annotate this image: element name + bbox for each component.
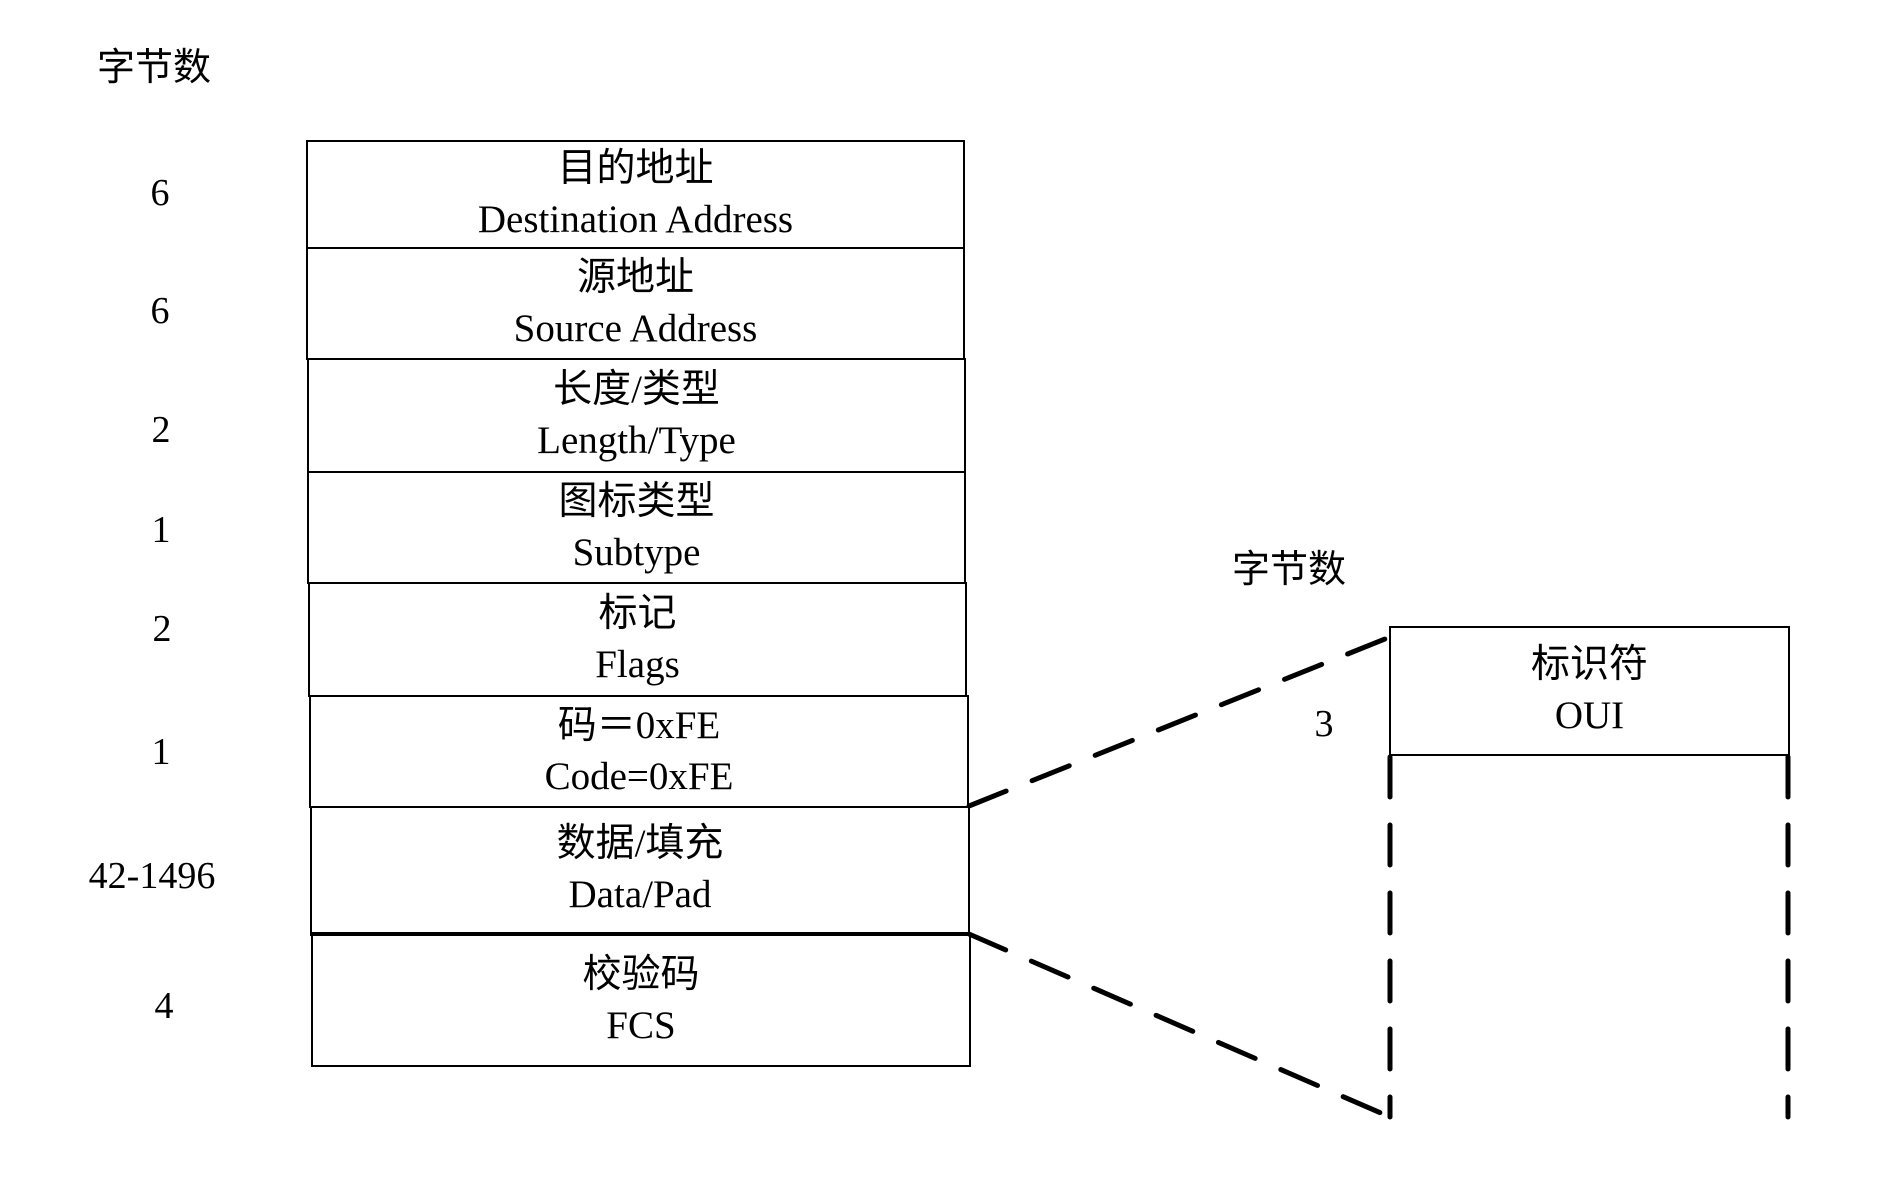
detail-field-oui: 标识符 OUI bbox=[1389, 626, 1790, 756]
field-size-oui: 3 bbox=[1314, 703, 1334, 745]
field-label-en: OUI bbox=[1554, 694, 1625, 737]
expansion-connector-lines bbox=[966, 634, 1791, 1120]
field-label-zh: 标识符 bbox=[1530, 643, 1648, 686]
expansion-line-bottom bbox=[966, 931, 1393, 1120]
detail-bytes-column-header: 字节数 bbox=[1232, 549, 1347, 591]
